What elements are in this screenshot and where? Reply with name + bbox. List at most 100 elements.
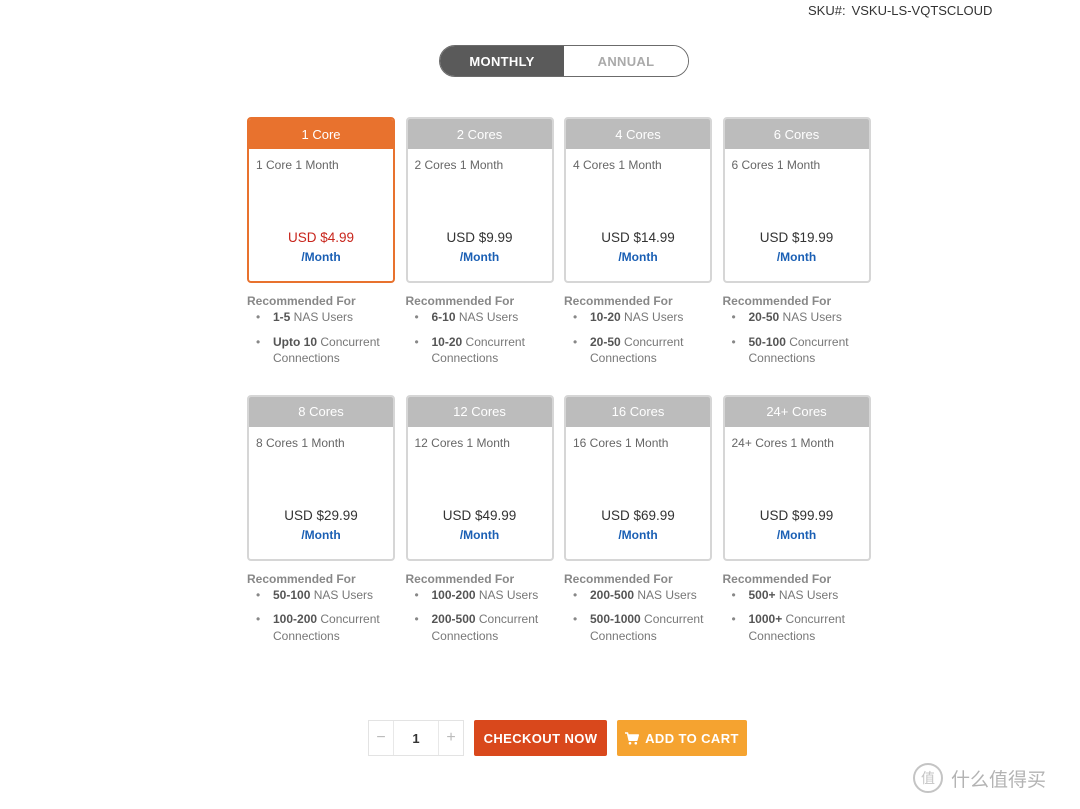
plan-column: 24+ Cores 24+ Cores 1 Month USD $99.99 /… bbox=[722, 394, 871, 653]
plan-name: 4 Cores bbox=[566, 119, 710, 149]
recommended-title: Recommended For bbox=[247, 294, 356, 308]
plan-column: 12 Cores 12 Cores 1 Month USD $49.99 /Mo… bbox=[405, 394, 554, 653]
plan-description: 4 Cores 1 Month bbox=[573, 158, 662, 172]
plan-price: USD $9.99 bbox=[446, 230, 513, 245]
connections-range: 10-20 bbox=[431, 334, 463, 349]
users-range: 10-20 bbox=[590, 310, 621, 324]
quantity-decrease-button[interactable]: − bbox=[369, 721, 393, 755]
connections-range: 500-1000 bbox=[590, 612, 641, 626]
plan-price: USD $69.99 bbox=[601, 507, 675, 523]
plan-card[interactable]: 1 Core 1 Core 1 Month USD $4.99 /Month bbox=[247, 117, 395, 283]
plan-name: 16 Cores bbox=[566, 396, 710, 427]
plan-price: USD $99.99 bbox=[759, 507, 834, 523]
recommended-connections: 500-1000 Concurrent Connections bbox=[573, 611, 712, 644]
plan-card[interactable]: 4 Cores 4 Cores 1 Month USD $14.99 /Mont… bbox=[564, 117, 712, 283]
quantity-increase-button[interactable]: + bbox=[439, 721, 463, 755]
recommended-users: 1-5 NAS Users bbox=[256, 309, 395, 326]
plan-column: 16 Cores 16 Cores 1 Month USD $69.99 /Mo… bbox=[564, 394, 712, 653]
watermark-text: 什么值得买 bbox=[951, 769, 1047, 791]
users-text: NAS Users bbox=[634, 587, 697, 602]
plan-period: /Month bbox=[618, 527, 658, 542]
billing-toggle[interactable]: MONTHLY ANNUAL bbox=[439, 45, 689, 77]
users-text: NAS Users bbox=[455, 310, 519, 324]
recommended-users: 100-200 NAS Users bbox=[415, 587, 554, 604]
plan-price: USD $4.99 bbox=[287, 230, 355, 245]
recommended-title: Recommended For bbox=[722, 571, 832, 586]
recommended-connections: 200-500 Concurrent Connections bbox=[415, 611, 554, 644]
recommended-connections: Upto 10 Concurrent Connections bbox=[256, 334, 395, 367]
users-text: NAS Users bbox=[620, 310, 684, 324]
plan-row: 8 Cores 8 Cores 1 Month USD $29.99 /Mont… bbox=[247, 394, 871, 653]
users-range: 20-50 bbox=[748, 310, 780, 324]
quantity-input[interactable]: 1 bbox=[393, 721, 439, 755]
plan-card[interactable]: 24+ Cores 24+ Cores 1 Month USD $99.99 /… bbox=[722, 394, 871, 561]
recommended-block: Recommended For 10-20 NAS Users 20-50 Co… bbox=[564, 294, 712, 375]
plan-name: 8 Cores bbox=[249, 396, 393, 427]
connections-range: 1000+ bbox=[748, 612, 783, 626]
plan-column: 8 Cores 8 Cores 1 Month USD $29.99 /Mont… bbox=[247, 394, 395, 653]
recommended-title: Recommended For bbox=[564, 571, 673, 586]
checkout-now-button[interactable]: CHECKOUT NOW bbox=[474, 720, 607, 756]
plan-period: /Month bbox=[459, 527, 500, 542]
plan-card[interactable]: 16 Cores 16 Cores 1 Month USD $69.99 /Mo… bbox=[564, 394, 712, 561]
recommended-list: 200-500 NAS Users 500-1000 Concurrent Co… bbox=[564, 587, 712, 645]
plan-price: USD $29.99 bbox=[284, 507, 358, 523]
sku-value: VSKU-LS-VQTSCLOUD bbox=[851, 3, 993, 18]
recommended-connections: 1000+ Concurrent Connections bbox=[732, 611, 871, 644]
recommended-connections: 50-100 Concurrent Connections bbox=[732, 334, 871, 367]
recommended-list: 6-10 NAS Users 10-20 Concurrent Connecti… bbox=[406, 309, 554, 367]
plan-name: 2 Cores bbox=[407, 119, 552, 149]
recommended-list: 500+ NAS Users 1000+ Concurrent Connecti… bbox=[723, 587, 871, 645]
recommended-users: 50-100 NAS Users bbox=[256, 587, 395, 604]
users-text: NAS Users bbox=[290, 310, 354, 324]
add-to-cart-label: ADD TO CART bbox=[645, 730, 739, 746]
plan-column: 2 Cores 2 Cores 1 Month USD $9.99 /Month… bbox=[405, 117, 554, 375]
users-range: 1-5 bbox=[273, 310, 291, 324]
plan-description: 1 Core 1 Month bbox=[256, 158, 339, 172]
plan-description: 8 Cores 1 Month bbox=[256, 435, 345, 450]
plan-column: 6 Cores 6 Cores 1 Month USD $19.99 /Mont… bbox=[722, 117, 871, 375]
recommended-users: 6-10 NAS Users bbox=[415, 309, 554, 326]
connections-range: Upto 10 bbox=[273, 334, 318, 349]
plan-card[interactable]: 12 Cores 12 Cores 1 Month USD $49.99 /Mo… bbox=[405, 394, 554, 561]
plan-name: 1 Core bbox=[249, 119, 393, 149]
plan-description: 24+ Cores 1 Month bbox=[731, 435, 834, 450]
recommended-users: 500+ NAS Users bbox=[732, 587, 871, 604]
plan-price: USD $19.99 bbox=[759, 230, 834, 245]
recommended-list: 1-5 NAS Users Upto 10 Concurrent Connect… bbox=[247, 309, 395, 367]
users-range: 6-10 bbox=[431, 310, 456, 324]
plan-description: 6 Cores 1 Month bbox=[731, 158, 821, 172]
plan-period: /Month bbox=[776, 527, 817, 542]
plan-description: 12 Cores 1 Month bbox=[414, 435, 510, 450]
billing-monthly-option[interactable]: MONTHLY bbox=[440, 46, 564, 76]
plan-card[interactable]: 6 Cores 6 Cores 1 Month USD $19.99 /Mont… bbox=[722, 117, 871, 283]
recommended-block: Recommended For 20-50 NAS Users 50-100 C… bbox=[723, 294, 871, 375]
add-to-cart-button[interactable]: ADD TO CART bbox=[617, 720, 747, 756]
recommended-title: Recommended For bbox=[564, 294, 673, 308]
users-text: NAS Users bbox=[779, 310, 842, 324]
recommended-list: 100-200 NAS Users 200-500 Concurrent Con… bbox=[406, 587, 554, 645]
plan-price: USD $14.99 bbox=[601, 230, 675, 245]
plan-column: 1 Core 1 Core 1 Month USD $4.99 /Month R… bbox=[247, 117, 395, 375]
plan-card[interactable]: 8 Cores 8 Cores 1 Month USD $29.99 /Mont… bbox=[247, 394, 395, 561]
plan-description: 16 Cores 1 Month bbox=[573, 435, 669, 450]
recommended-connections: 100-200 Concurrent Connections bbox=[256, 611, 395, 644]
users-range: 500+ bbox=[748, 587, 776, 602]
recommended-users: 20-50 NAS Users bbox=[732, 309, 871, 326]
connections-range: 50-100 bbox=[748, 334, 786, 349]
sku-line: SKU#: VSKU-LS-VQTSCLOUD bbox=[808, 3, 992, 18]
recommended-list: 50-100 NAS Users 100-200 Concurrent Conn… bbox=[247, 587, 395, 645]
recommended-block: Recommended For 200-500 NAS Users 500-10… bbox=[564, 572, 712, 653]
billing-annual-option[interactable]: ANNUAL bbox=[564, 46, 688, 76]
recommended-title: Recommended For bbox=[722, 294, 832, 308]
users-range: 100-200 bbox=[431, 587, 476, 602]
users-range: 50-100 bbox=[273, 587, 311, 602]
plan-card[interactable]: 2 Cores 2 Cores 1 Month USD $9.99 /Month bbox=[405, 117, 554, 283]
plan-period: /Month bbox=[618, 250, 658, 264]
plan-name: 6 Cores bbox=[724, 119, 869, 149]
connections-range: 200-500 bbox=[431, 612, 476, 626]
plan-period: /Month bbox=[301, 527, 341, 542]
recommended-title: Recommended For bbox=[405, 571, 515, 586]
plan-period: /Month bbox=[301, 250, 341, 264]
recommended-list: 20-50 NAS Users 50-100 Concurrent Connec… bbox=[723, 309, 871, 367]
